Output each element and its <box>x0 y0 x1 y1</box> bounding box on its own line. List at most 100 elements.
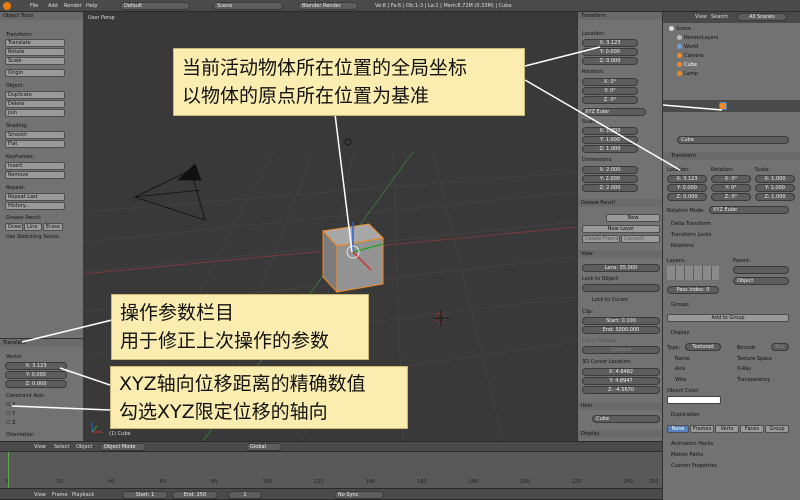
scale-button[interactable]: Scale <box>5 57 65 65</box>
timeline-frame-menu[interactable]: Frame <box>52 492 68 498</box>
cursor-y-field[interactable]: Y: 4.8947 <box>582 377 660 385</box>
outliner-item-lamp[interactable]: Lamp <box>677 71 698 77</box>
add-to-group-button[interactable]: Add to Group <box>667 314 789 322</box>
vector-x-field[interactable]: X: 3.123 <box>5 362 67 370</box>
3d-select-menu[interactable]: Select <box>54 444 69 450</box>
vector-y-field[interactable]: Y: 0.000 <box>5 371 67 379</box>
relations-header[interactable]: Relations <box>663 242 800 250</box>
custom-properties-header[interactable]: Custom Properties <box>663 462 800 470</box>
npanel-transform-header[interactable]: Transform <box>578 12 662 20</box>
duplication-header[interactable]: Duplication <box>663 411 800 419</box>
location-z-field[interactable]: Z: 0.000 <box>582 57 638 65</box>
prop-location-y[interactable]: Y: 0.000 <box>667 184 707 192</box>
prop-rotation-y[interactable]: Y: 0° <box>711 184 751 192</box>
menu-add[interactable]: Add <box>48 3 58 9</box>
bounds-type-select[interactable]: Box <box>771 343 789 351</box>
display-type-select[interactable]: Textured <box>685 343 721 351</box>
motion-paths-header[interactable]: Motion Paths <box>663 451 800 459</box>
insert-keyframe-button[interactable]: Insert <box>5 162 65 170</box>
rotation-y-field[interactable]: Y: 0° <box>582 87 638 95</box>
outliner-view-menu[interactable]: View <box>695 14 707 20</box>
timeline-view-menu[interactable]: View <box>34 492 46 498</box>
duplicate-button[interactable]: Duplicate <box>5 91 65 99</box>
join-button[interactable]: Join <box>5 109 65 117</box>
constraint-z-checkbox[interactable]: ☐ Z <box>6 420 16 426</box>
outliner-search-label[interactable]: Search <box>711 14 728 20</box>
groups-header[interactable]: Groups <box>663 301 800 309</box>
timeline[interactable]: 0 20 40 60 80 100 120 140 160 180 200 220 240 250 <box>0 452 662 488</box>
clip-start-field[interactable]: Start: 0.100 <box>582 317 660 325</box>
flat-button[interactable]: Flat <box>5 140 65 148</box>
dup-verts-button[interactable]: Verts <box>715 425 739 433</box>
object-name-field[interactable]: Cube <box>677 136 789 144</box>
delete-button[interactable]: Delete <box>5 100 65 108</box>
prop-rotation-z[interactable]: Z: 0° <box>711 193 751 201</box>
prop-rotation-x[interactable]: X: 0° <box>711 175 751 183</box>
rotate-button[interactable]: Rotate <box>5 48 65 56</box>
layout-selector[interactable]: Default <box>120 2 190 10</box>
constraint-y-checkbox[interactable]: ☐ Y <box>6 411 15 417</box>
gp-convert-button[interactable]: Convert <box>621 235 660 243</box>
prop-scale-x[interactable]: X: 1.000 <box>755 175 795 183</box>
bounds-checkbox[interactable]: Bounds <box>737 345 756 351</box>
location-y-field[interactable]: Y: 0.000 <box>582 48 638 56</box>
menu-render[interactable]: Render <box>64 3 82 9</box>
prop-location-z[interactable]: Z: 0.000 <box>667 193 707 201</box>
prop-transform-header[interactable]: Transform <box>663 152 800 160</box>
scale-z-field[interactable]: Z: 1.000 <box>582 145 638 153</box>
history-button[interactable]: History... <box>5 202 65 210</box>
pass-index-field[interactable]: Pass Index: 0 <box>667 286 719 294</box>
rotation-mode-select[interactable]: XYZ Euler <box>582 108 646 116</box>
parent-type-select[interactable]: Object <box>733 277 789 285</box>
blender-logo-icon[interactable] <box>3 2 11 10</box>
end-frame-field[interactable]: End: 250 <box>172 491 218 499</box>
texture-space-checkbox[interactable]: Texture Space <box>737 356 772 362</box>
axis-checkbox[interactable]: Axis <box>675 366 685 372</box>
sync-mode-select[interactable]: No Sync <box>334 491 384 499</box>
prop-scale-y[interactable]: Y: 1.000 <box>755 184 795 192</box>
vector-z-field[interactable]: Z: 0.000 <box>5 380 67 388</box>
layer-grid[interactable] <box>667 266 719 280</box>
dimension-z-field[interactable]: Z: 2.000 <box>582 184 638 192</box>
npanel-view-header[interactable]: View <box>578 250 663 258</box>
cursor-z-field[interactable]: Z: -4.5670 <box>582 386 660 394</box>
remove-keyframe-button[interactable]: Remove <box>5 171 65 179</box>
lens-field[interactable]: Lens: 35.000 <box>582 264 660 272</box>
outliner-item-cube[interactable]: Cube <box>677 62 697 68</box>
dup-group-button[interactable]: Group <box>765 425 789 433</box>
translate-button[interactable]: Translate <box>5 39 65 47</box>
menu-help[interactable]: Help <box>86 3 97 9</box>
name-checkbox[interactable]: Name <box>675 356 690 362</box>
xray-checkbox[interactable]: X-Ray <box>737 366 751 372</box>
gp-delete-frame-button[interactable]: Delete Frame <box>582 235 620 243</box>
scale-y-field[interactable]: Y: 1.000 <box>582 136 638 144</box>
gp-line-button[interactable]: Line <box>24 223 42 231</box>
smooth-button[interactable]: Smooth <box>5 131 65 139</box>
dup-frames-button[interactable]: Frames <box>690 425 714 433</box>
animation-hacks-header[interactable]: Animation Hacks <box>663 440 800 448</box>
current-frame-field[interactable]: 1 <box>228 491 262 499</box>
dup-faces-button[interactable]: Faces <box>740 425 764 433</box>
3d-object-menu[interactable]: Object <box>76 444 92 450</box>
sketching-checkbox[interactable]: Use Sketching Sessio <box>6 234 59 240</box>
origin-button[interactable]: Origin <box>5 69 65 77</box>
start-frame-field[interactable]: Start: 1 <box>122 491 168 499</box>
gp-new-layer-button[interactable]: New Layer <box>582 225 660 233</box>
menu-file[interactable]: File <box>30 3 38 9</box>
clip-end-field[interactable]: End: 5000.000 <box>582 326 660 334</box>
prop-rotation-mode[interactable]: XYZ Euler <box>709 206 789 214</box>
prop-location-x[interactable]: X: 3.123 <box>667 175 707 183</box>
outliner-item-scene[interactable]: Scene <box>669 26 691 32</box>
object-color-swatch[interactable] <box>667 396 721 404</box>
npanel-display-header[interactable]: Display <box>578 430 663 438</box>
delta-transform-header[interactable]: Delta Transform <box>663 220 800 228</box>
repeat-last-button[interactable]: Repeat Last <box>5 193 65 201</box>
gp-erase-button[interactable]: Erase <box>43 223 63 231</box>
npanel-grease-pencil-header[interactable]: Grease Pencil <box>578 199 663 207</box>
rotation-x-field[interactable]: X: 0° <box>582 78 638 86</box>
object-tab-icon[interactable] <box>719 102 727 110</box>
gp-new-button[interactable]: New <box>606 214 660 222</box>
display-header[interactable]: Display <box>663 329 800 337</box>
dimension-x-field[interactable]: X: 2.000 <box>582 166 638 174</box>
local-camera-field[interactable]: Camera <box>582 346 660 354</box>
